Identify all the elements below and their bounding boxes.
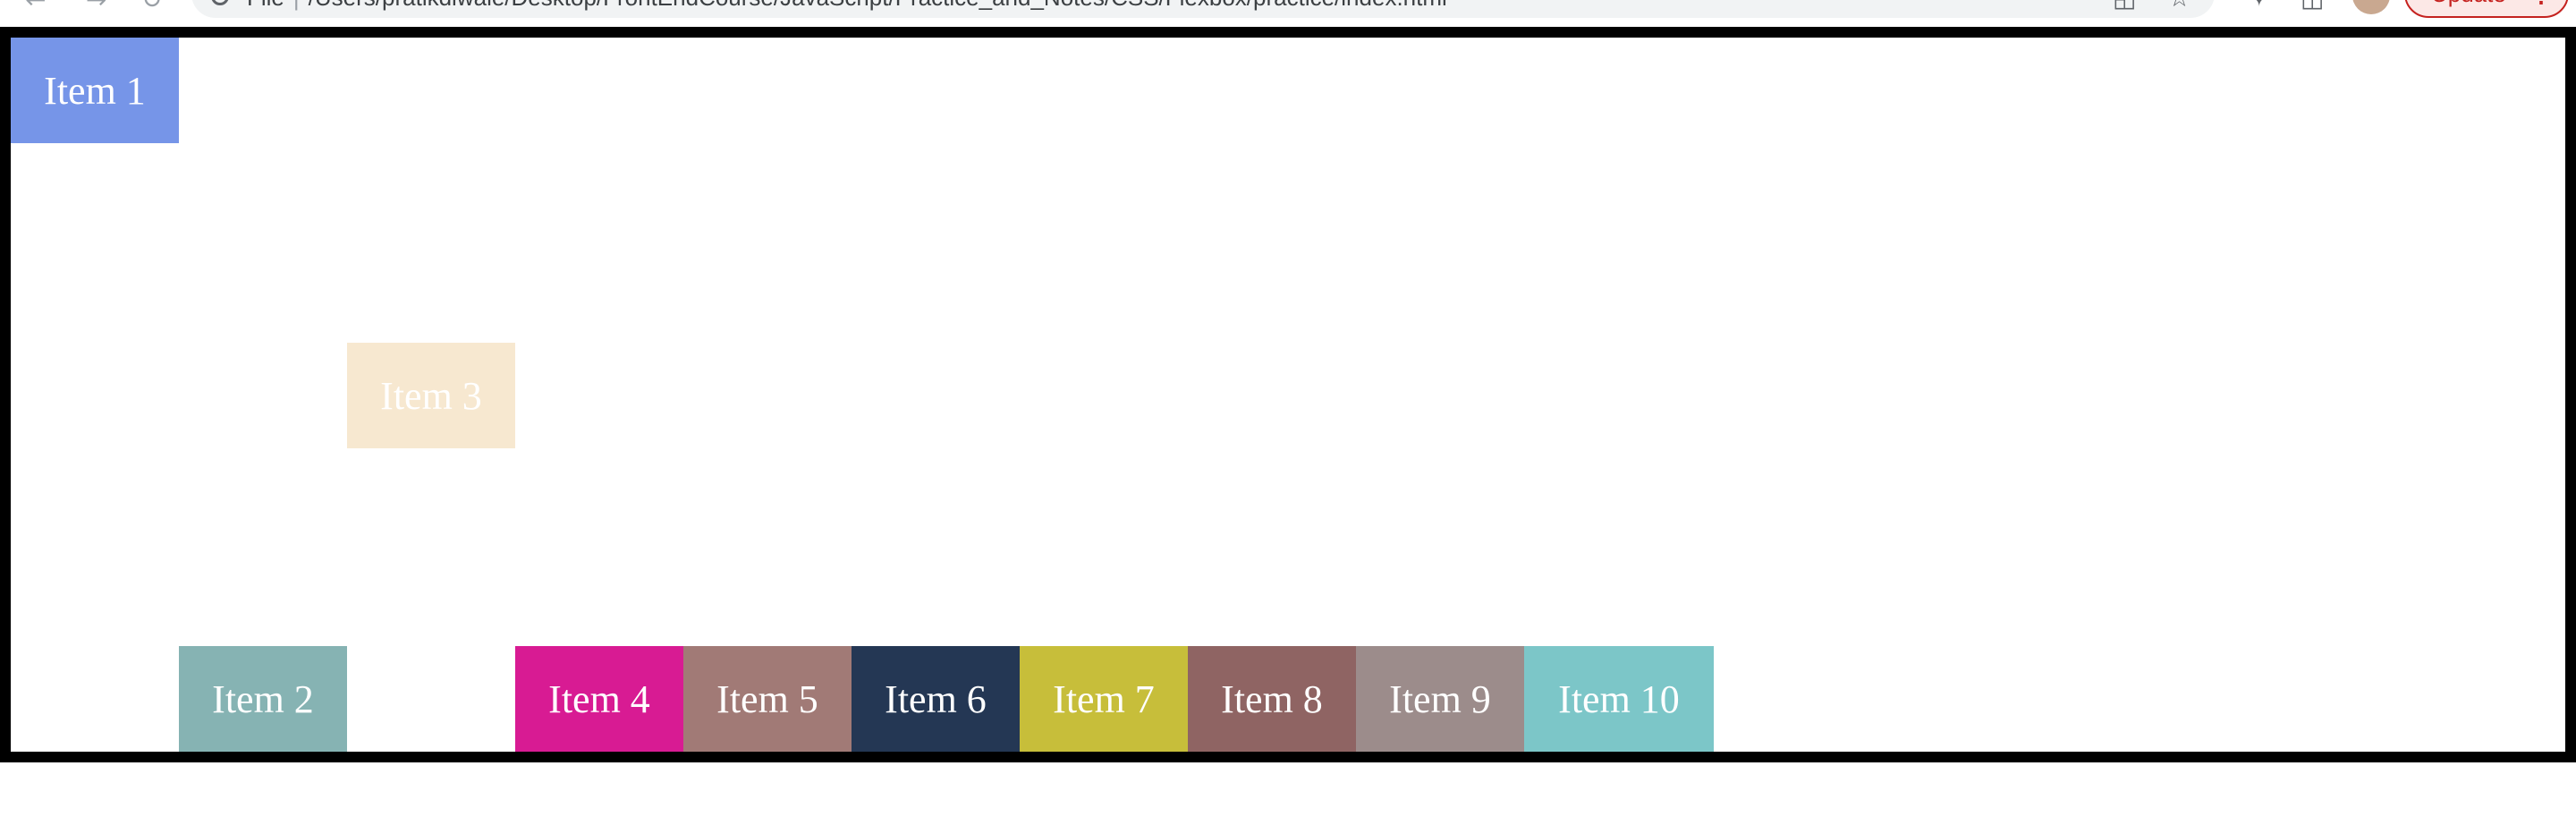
more-vert-icon[interactable]: ⋮ — [2529, 0, 2553, 16]
avatar[interactable] — [2352, 0, 2390, 14]
address-bar[interactable]: File | /Users/pratikdiwale/Desktop/FrontEn… — [191, 0, 2215, 18]
flex-item-10: Item 10 — [1524, 646, 1714, 752]
flex-item-6: Item 6 — [852, 646, 1020, 752]
flex-item-3: Item 3 — [347, 343, 515, 448]
item-label: Item 7 — [1053, 677, 1155, 721]
flex-item-1: Item 1 — [11, 38, 179, 143]
flex-item-9: Item 9 — [1356, 646, 1524, 752]
item-label: Item 9 — [1389, 677, 1491, 721]
forward-arrow-icon[interactable]: → — [86, 0, 106, 13]
flex-container: Item 1 Item 2 Item 3 Item 4 Item 5 Item … — [0, 27, 2576, 762]
update-button[interactable]: Update ⋮ — [2404, 0, 2569, 18]
item-label: Item 2 — [212, 677, 314, 721]
flex-item-4: Item 4 — [515, 646, 683, 752]
item-label: Item 8 — [1221, 677, 1323, 721]
address-text[interactable]: File | /Users/pratikdiwale/Desktop/FrontEn… — [247, 0, 1447, 12]
reload-icon[interactable]: ↻ — [141, 0, 162, 13]
item-label: Item 6 — [885, 677, 987, 721]
star-icon[interactable]: ☆ — [2168, 0, 2190, 11]
url-separator: | — [293, 0, 300, 11]
share-icon[interactable]: ◱ — [2113, 0, 2136, 11]
update-label: Update — [2431, 0, 2506, 7]
item-label: Item 4 — [548, 677, 650, 721]
flex-item-7: Item 7 — [1020, 646, 1188, 752]
flex-item-2: Item 2 — [179, 646, 347, 752]
url-path: /Users/pratikdiwale/Desktop/FrontEndCour… — [309, 0, 1447, 11]
item-label: Item 3 — [380, 373, 482, 418]
item-label: Item 5 — [716, 677, 818, 721]
browser-toolbar: ← → ↻ File | /Users/pratikdiwale/Desktop/F… — [0, 0, 2576, 25]
url-scheme: File — [247, 0, 284, 11]
side-panel-icon[interactable]: ◫ — [2301, 0, 2324, 11]
flex-item-5: Item 5 — [683, 646, 852, 752]
page-below-container — [0, 762, 2576, 834]
puzzle-icon[interactable]: ✦ — [2249, 0, 2269, 11]
info-icon[interactable] — [211, 0, 229, 5]
item-label: Item 10 — [1558, 677, 1680, 721]
item-label: Item 1 — [44, 68, 146, 113]
flex-item-8: Item 8 — [1188, 646, 1356, 752]
back-arrow-icon[interactable]: ← — [25, 0, 46, 13]
